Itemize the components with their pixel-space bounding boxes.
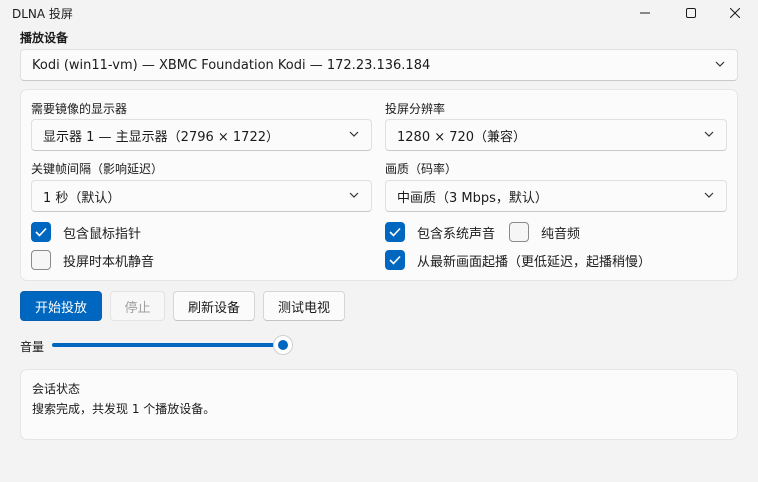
play-from-latest-checkbox[interactable]: 从最新画面起播（更低延迟，起播稍慢） [385, 250, 651, 270]
quality-select[interactable]: 中画质（3 Mbps，默认） [385, 180, 727, 212]
include-cursor-checkbox[interactable]: 包含鼠标指针 [31, 222, 141, 242]
resolution-select-value: 1280 × 720（兼容） [397, 129, 527, 145]
checkbox-unchecked [509, 222, 529, 242]
checkbox-checked [385, 250, 405, 270]
keyframe-select-value: 1 秒（默认） [43, 190, 121, 206]
start-button[interactable]: 开始投放 [20, 291, 102, 321]
audio-only-label: 纯音频 [541, 226, 581, 242]
resolution-select[interactable]: 1280 × 720（兼容） [385, 119, 727, 151]
audio-only-checkbox[interactable]: 纯音频 [509, 222, 580, 242]
checkbox-checked [31, 222, 51, 242]
keyframe-label: 关键帧间隔（影响延迟） [31, 162, 164, 176]
maximize-icon [686, 8, 696, 18]
close-icon [730, 8, 740, 18]
quality-label: 画质（码率） [385, 162, 458, 176]
chevron-down-icon [704, 131, 714, 137]
checkmark-icon [389, 227, 401, 237]
display-select[interactable]: 显示器 1 — 主显示器（2796 × 1722） [31, 119, 372, 151]
chevron-down-icon [704, 192, 714, 198]
include-system-audio-label: 包含系统声音 [417, 226, 496, 242]
chevron-down-icon [349, 131, 359, 137]
keyframe-select[interactable]: 1 秒（默认） [31, 180, 372, 212]
maximize-button[interactable] [668, 0, 714, 26]
checkbox-unchecked [31, 250, 51, 270]
device-label: 播放设备 [20, 31, 69, 45]
minimize-icon [640, 12, 650, 14]
volume-thumb[interactable] [273, 335, 293, 355]
session-panel: 会话状态 搜索完成，共发现 1 个播放设备。 [20, 369, 738, 440]
checkmark-icon [389, 255, 401, 265]
window-title: DLNA 投屏 [12, 7, 73, 21]
display-select-value: 显示器 1 — 主显示器（2796 × 1722） [43, 129, 279, 145]
minimize-button[interactable] [622, 0, 668, 26]
volume-fill [52, 343, 283, 347]
volume-label: 音量 [20, 340, 45, 354]
include-cursor-label: 包含鼠标指针 [63, 226, 142, 242]
checkmark-icon [35, 227, 47, 237]
include-system-audio-checkbox[interactable]: 包含系统声音 [385, 222, 495, 242]
play-from-latest-label: 从最新画面起播（更低延迟，起播稍慢） [417, 254, 652, 270]
chevron-down-icon [715, 61, 725, 67]
mute-local-checkbox[interactable]: 投屏时本机静音 [31, 250, 154, 270]
session-message: 搜索完成，共发现 1 个播放设备。 [32, 402, 216, 416]
mute-local-label: 投屏时本机静音 [63, 254, 155, 270]
resolution-label: 投屏分辨率 [385, 102, 446, 116]
close-button[interactable] [712, 0, 758, 26]
checkbox-checked [385, 222, 405, 242]
device-select-value: Kodi (win11-vm) — XBMC Foundation Kodi —… [32, 57, 431, 73]
stop-button[interactable]: 停止 [110, 291, 165, 321]
test-tv-button[interactable]: 测试电视 [263, 291, 345, 321]
refresh-devices-button[interactable]: 刷新设备 [173, 291, 255, 321]
device-select[interactable]: Kodi (win11-vm) — XBMC Foundation Kodi —… [20, 49, 738, 81]
session-title: 会话状态 [32, 382, 81, 396]
chevron-down-icon [349, 192, 359, 198]
title-bar: DLNA 投屏 [0, 0, 758, 26]
display-label: 需要镜像的显示器 [31, 102, 128, 116]
quality-select-value: 中画质（3 Mbps，默认） [397, 190, 548, 206]
